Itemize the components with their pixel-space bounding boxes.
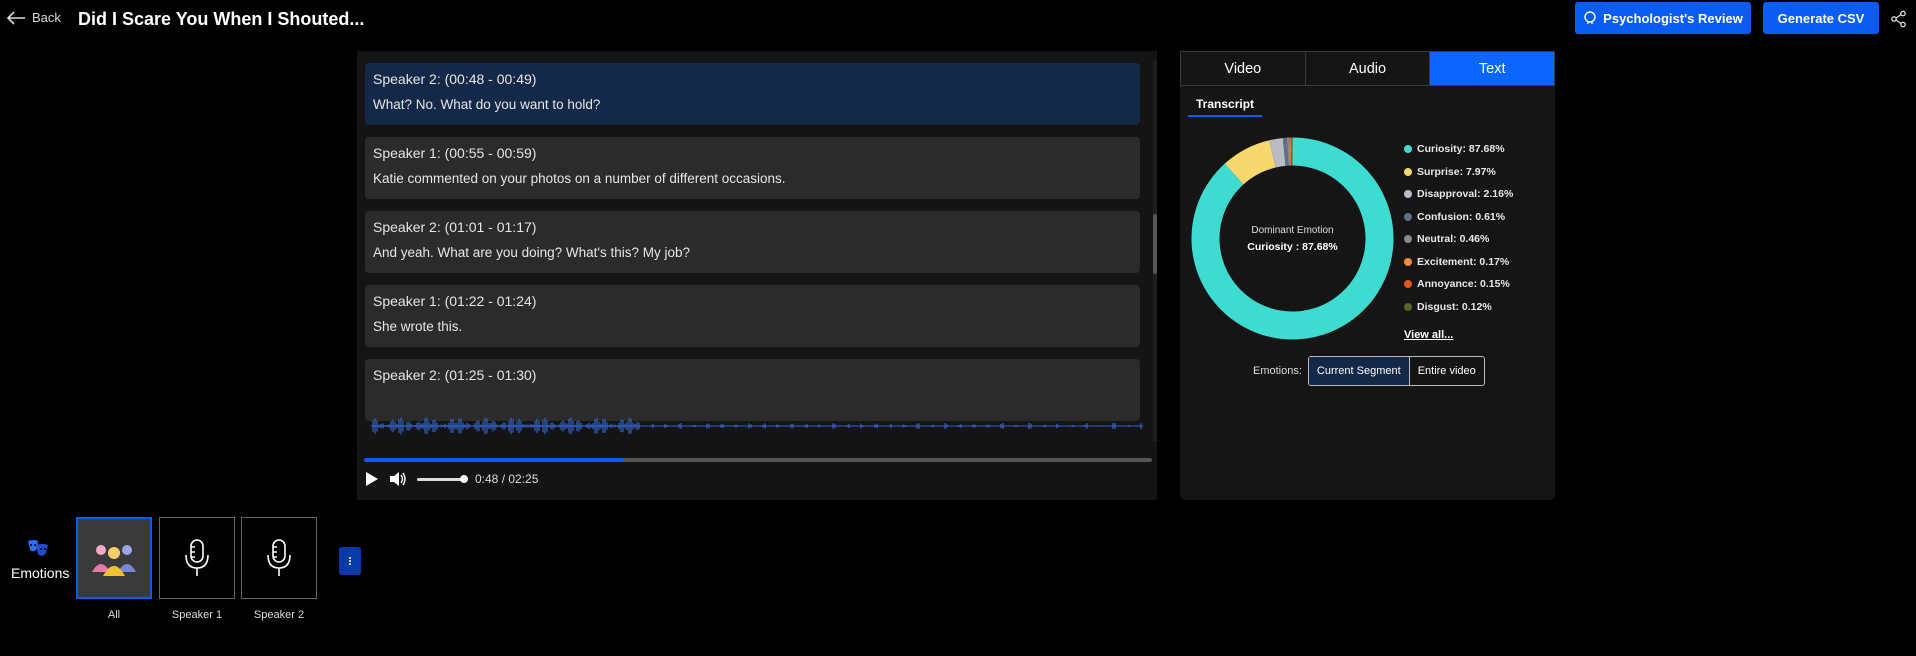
segment-text: She wrote this. <box>373 319 463 334</box>
group-icon <box>92 545 136 576</box>
emotions-scope-toggle: Current Segment Entire video <box>1307 356 1485 386</box>
legend-dot <box>1404 280 1412 289</box>
transcript-segment[interactable]: Speaker 2: (01:01 - 01:17) And yeah. Wha… <box>365 211 1140 273</box>
donut-slice-curiosity[interactable] <box>1191 137 1394 340</box>
scrollbar-thumb[interactable] <box>1153 214 1157 274</box>
segment-list[interactable]: Speaker 2: (00:48 - 00:49) What? No. Wha… <box>365 63 1140 443</box>
legend-item-confusion: Confusion: 0.61% <box>1404 206 1513 229</box>
segment-text: Katie commented on your photos on a numb… <box>373 171 786 186</box>
transcript-segment[interactable]: Speaker 1: (01:22 - 01:24) She wrote thi… <box>365 285 1140 347</box>
top-bar: Back Did I Scare You When I Shouted... P… <box>0 0 1916 42</box>
legend-dot <box>1404 190 1412 199</box>
transcript-segment[interactable]: Speaker 2: (00:48 - 00:49) What? No. Wha… <box>365 63 1140 125</box>
microphone-icon <box>267 539 291 576</box>
legend-label: Disapproval: 2.16% <box>1417 188 1514 201</box>
page-title: Did I Scare You When I Shouted... <box>78 9 365 29</box>
dominant-emotion-value: Curiosity : 87.68% <box>1247 241 1338 253</box>
speaker-name-1: Speaker 1 <box>171 609 223 621</box>
legend-dot <box>1404 257 1412 266</box>
legend-item-excitement: Excitement: 0.17% <box>1404 251 1513 274</box>
legend-label: Annoyance: 0.15% <box>1417 278 1510 291</box>
play-icon[interactable] <box>365 471 379 487</box>
entire-video-button[interactable]: Entire video <box>1410 357 1484 385</box>
legend-dot <box>1404 235 1412 244</box>
playback-progress-bar[interactable] <box>364 458 1152 462</box>
psychologist-review-label: Psychologist's Review <box>1603 10 1743 26</box>
playback-progress-fill <box>364 458 625 462</box>
tab-video[interactable]: Video <box>1181 52 1306 85</box>
legend-label: Curiosity: 87.68% <box>1417 143 1505 156</box>
back-button[interactable]: Back <box>6 10 61 25</box>
theater-masks-icon[interactable] <box>27 539 49 559</box>
legend-item-disgust: Disgust: 0.12% <box>1404 296 1513 319</box>
speaker-name-all: All <box>107 609 121 621</box>
tab-transcript[interactable]: Transcript <box>1188 97 1263 117</box>
view-all-link[interactable]: View all... <box>1404 329 1453 341</box>
speaker-name-2: Speaker 2 <box>253 609 305 621</box>
psychologist-review-button[interactable]: Psychologist's Review <box>1575 2 1751 34</box>
vertical-ellipsis-icon <box>349 557 351 565</box>
audio-waveform[interactable] <box>371 411 1143 441</box>
emotions-label[interactable]: Emotions <box>11 565 69 581</box>
legend-dot <box>1404 145 1412 154</box>
legend-item-surprise: Surprise: 7.97% <box>1404 161 1513 184</box>
segment-speaker: Speaker 1: (00:55 - 00:59) <box>373 145 537 161</box>
segment-speaker: Speaker 1: (01:22 - 01:24) <box>373 293 537 309</box>
legend-item-curiosity: Curiosity: 87.68% <box>1404 138 1513 161</box>
time-display: 0:48 / 02:25 <box>475 472 539 486</box>
current-segment-button[interactable]: Current Segment <box>1308 357 1410 385</box>
legend-item-disapproval: Disapproval: 2.16% <box>1404 183 1513 206</box>
legend-label: Disgust: 0.12% <box>1417 300 1492 313</box>
dominant-emotion-label: Dominant Emotion <box>1251 225 1334 236</box>
emotion-donut-chart <box>1191 137 1394 340</box>
player-controls: 0:48 / 02:25 <box>365 471 538 487</box>
legend-label: Confusion: 0.61% <box>1417 210 1506 223</box>
speaker-card-speaker-1[interactable] <box>159 517 235 599</box>
segment-text: And yeah. What are you doing? What's thi… <box>373 245 690 260</box>
analysis-panel: Video Audio Text Transcript Dominant Emo… <box>1180 51 1555 500</box>
emotion-legend: Curiosity: 87.68% Surprise: 7.97% Disappro… <box>1404 138 1513 318</box>
segment-text: What? No. What do you want to hold? <box>373 97 601 112</box>
more-options-button[interactable] <box>339 547 361 575</box>
legend-item-neutral: Neutral: 0.46% <box>1404 228 1513 251</box>
legend-label: Excitement: 0.17% <box>1417 255 1510 268</box>
segment-speaker: Speaker 2: (01:01 - 01:17) <box>373 219 537 235</box>
volume-slider[interactable] <box>417 474 468 483</box>
media-tabs: Video Audio Text <box>1180 51 1555 86</box>
transcript-segment[interactable]: Speaker 1: (00:55 - 00:59) Katie comment… <box>365 137 1140 199</box>
legend-dot <box>1404 167 1412 176</box>
tab-text[interactable]: Text <box>1430 52 1555 85</box>
arrow-left-icon <box>6 10 25 25</box>
generate-csv-button[interactable]: Generate CSV <box>1763 2 1879 34</box>
legend-label: Surprise: 7.97% <box>1417 165 1496 178</box>
legend-dot <box>1404 302 1412 311</box>
segment-speaker: Speaker 2: (00:48 - 00:49) <box>373 71 537 87</box>
share-icon[interactable] <box>1890 10 1908 28</box>
speaker-card-all[interactable] <box>76 517 152 599</box>
legend-dot <box>1404 212 1412 221</box>
microphone-icon <box>185 539 209 576</box>
volume-icon[interactable] <box>389 471 407 487</box>
head-brain-icon <box>1584 11 1596 24</box>
emotions-scope-row: Emotions: Current Segment Entire video <box>1253 356 1485 386</box>
emotions-scope-label: Emotions: <box>1253 365 1302 377</box>
tab-audio[interactable]: Audio <box>1306 52 1431 85</box>
transcript-panel: Speaker 2: (00:48 - 00:49) What? No. Wha… <box>357 51 1157 500</box>
legend-label: Neutral: 0.46% <box>1417 233 1490 246</box>
speaker-card-speaker-2[interactable] <box>241 517 317 599</box>
back-label: Back <box>32 10 61 25</box>
segment-speaker: Speaker 2: (01:25 - 01:30) <box>373 367 537 383</box>
legend-item-annoyance: Annoyance: 0.15% <box>1404 273 1513 296</box>
